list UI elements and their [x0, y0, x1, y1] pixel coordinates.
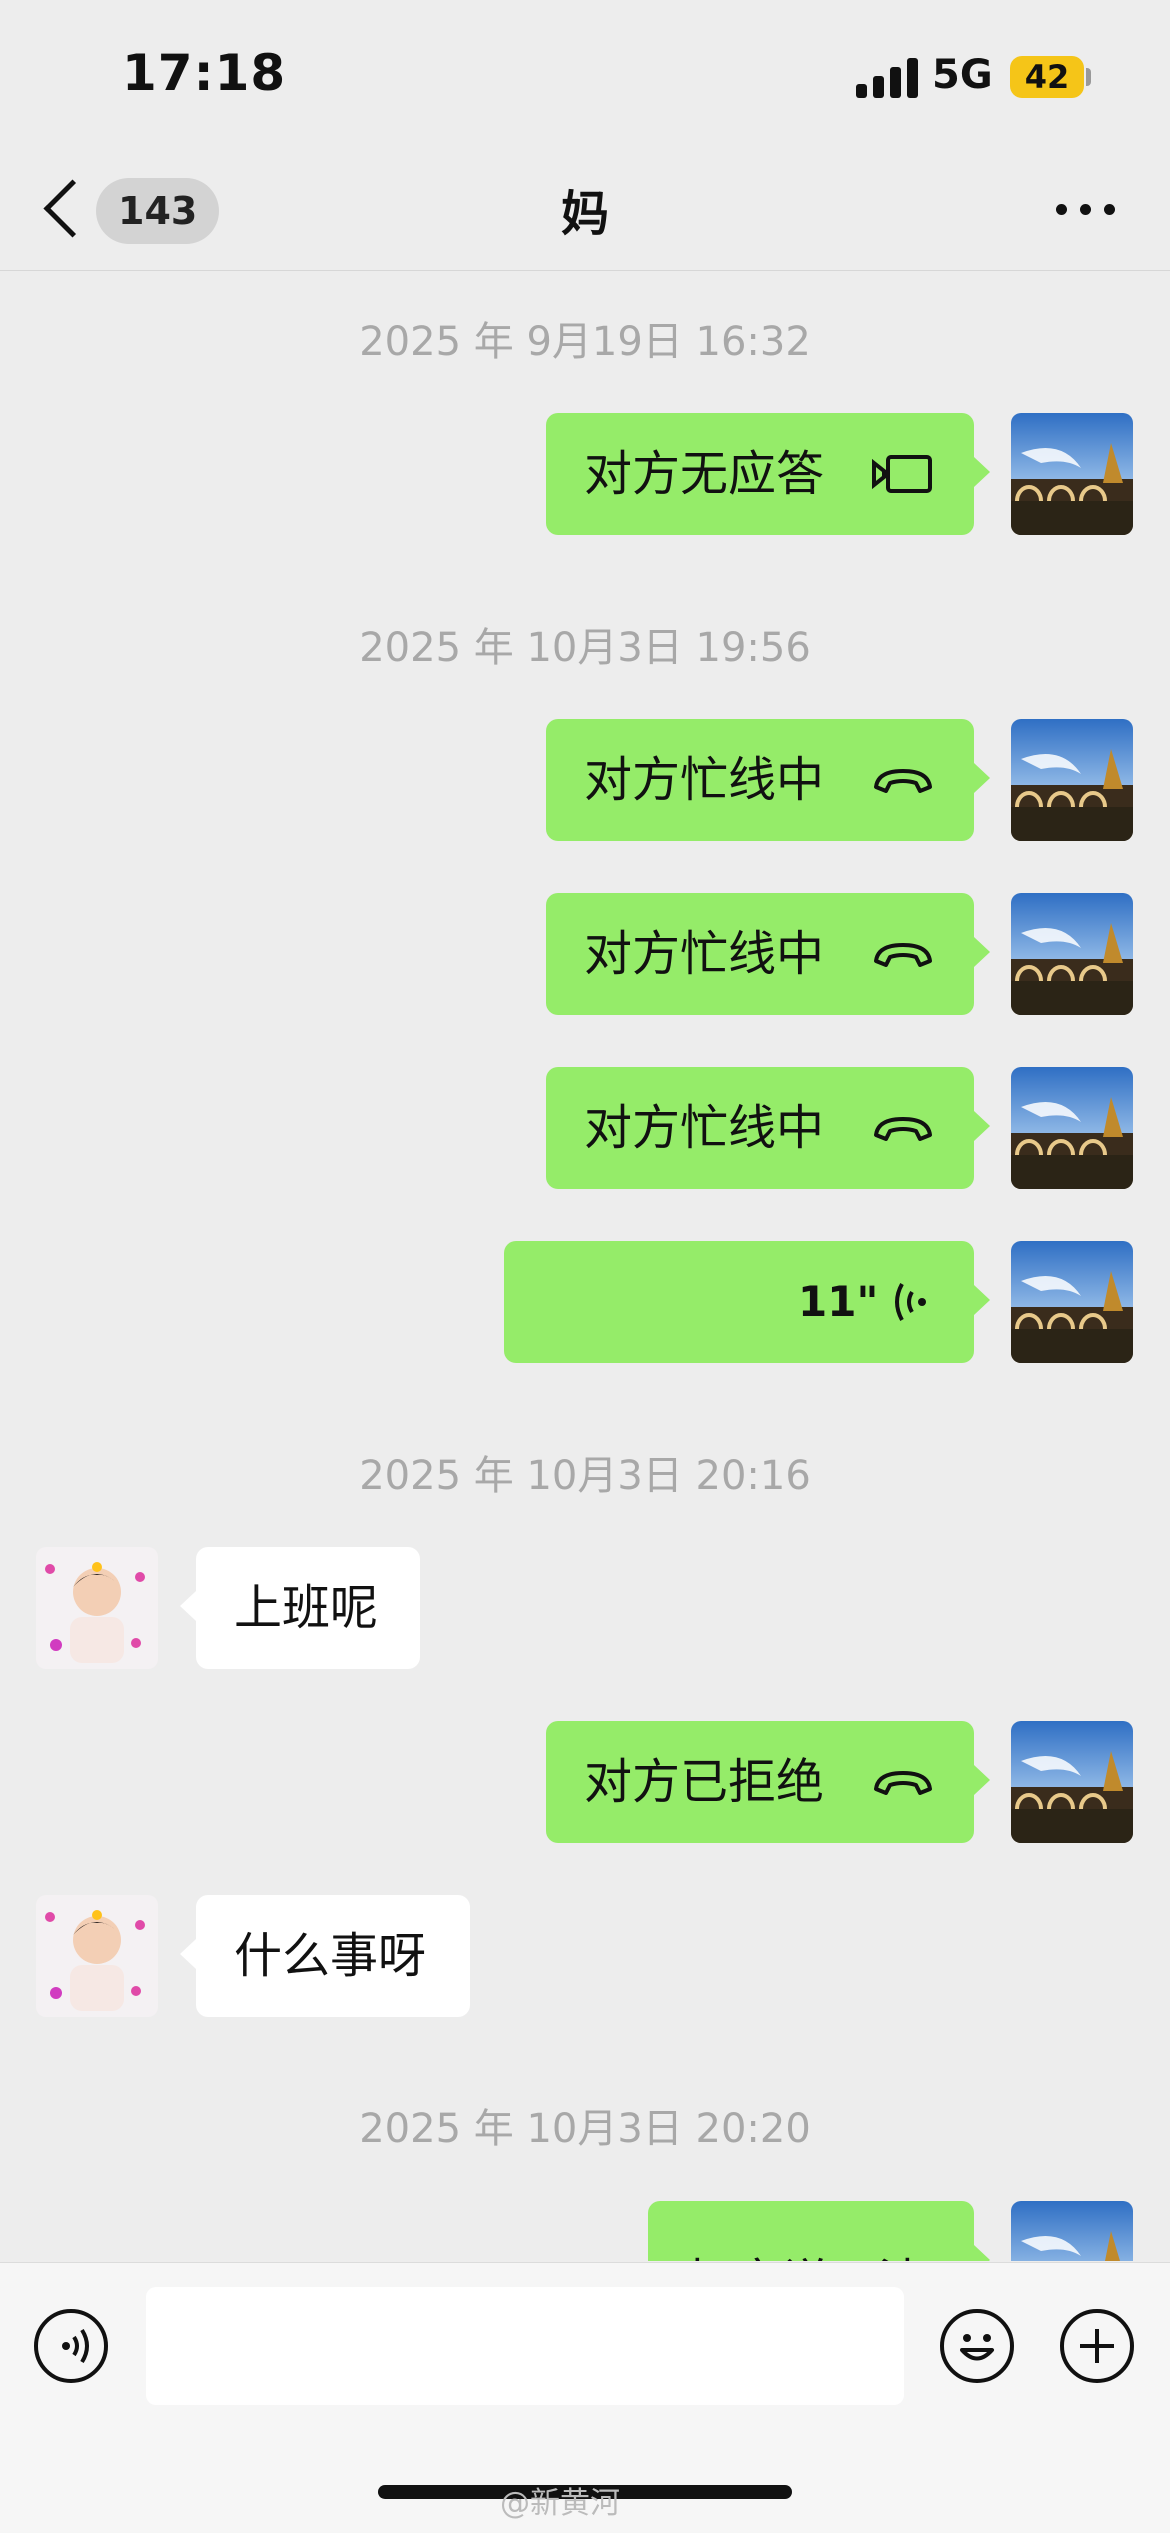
message-text: 对方忙线中 — [584, 926, 825, 982]
message-text: 对方忙线中 — [584, 1100, 825, 1156]
call-message-bubble[interactable]: 对方忙线中 — [546, 893, 990, 1015]
my-avatar[interactable] — [1011, 1241, 1133, 1363]
contact-avatar[interactable] — [36, 1895, 158, 2017]
message-text: 对方忙线中 — [584, 752, 825, 808]
voice-duration: 11" — [798, 1277, 879, 1326]
status-time: 17:18 — [122, 44, 287, 102]
message-text-input[interactable] — [146, 2287, 904, 2405]
my-avatar[interactable] — [1011, 719, 1133, 841]
battery-icon: 42 — [1010, 56, 1084, 98]
source-watermark: @新黄河 — [500, 2486, 620, 2521]
chat-timestamp: 2025 年 10月3日 20:16 — [359, 1453, 811, 1499]
chat-timestamp: 2025 年 9月19日 16:32 — [359, 319, 811, 365]
network-type: 5G — [932, 52, 993, 98]
chat-message-list[interactable]: 2025 年 9月19日 16:32 对方无应答 2025 年 10月3日 19… — [0, 271, 1170, 2261]
my-avatar[interactable] — [1011, 1067, 1133, 1189]
call-message-bubble[interactable]: 对方忙线中 — [546, 719, 990, 841]
my-avatar[interactable] — [1011, 2201, 1133, 2261]
my-avatar[interactable] — [1011, 1721, 1133, 1843]
emoji-icon[interactable] — [940, 2309, 1014, 2383]
call-message-bubble[interactable]: 对方已拒绝 — [546, 1721, 990, 1843]
message-text: 上班呢 — [234, 1580, 379, 1636]
message-text: 对方已拒绝 — [584, 1754, 825, 1810]
call-message-bubble[interactable]: 对方忙线中 — [546, 1067, 990, 1189]
chat-timestamp: 2025 年 10月3日 19:56 — [359, 625, 811, 671]
more-options-icon[interactable] — [1056, 204, 1116, 216]
hangup-phone-icon — [870, 757, 936, 803]
battery-tip — [1086, 68, 1091, 86]
outgoing-message-bubble[interactable]: 打字说不清 — [648, 2201, 990, 2261]
my-avatar[interactable] — [1011, 413, 1133, 535]
chat-header: 143 妈 — [0, 150, 1170, 271]
voice-input-icon[interactable] — [34, 2309, 108, 2383]
chat-title: 妈 — [560, 186, 609, 242]
voice-wave-icon — [876, 1279, 942, 1325]
voice-message-bubble[interactable]: 11" — [504, 1241, 990, 1363]
message-text: 对方无应答 — [584, 446, 825, 502]
call-message-bubble[interactable]: 对方无应答 — [546, 413, 990, 535]
contact-avatar[interactable] — [36, 1547, 158, 1669]
status-bar: 17:18 5G 42 — [0, 0, 1170, 150]
cellular-signal-icon — [856, 58, 918, 98]
add-more-icon[interactable] — [1060, 2309, 1134, 2383]
chat-timestamp: 2025 年 10月3日 20:20 — [359, 2106, 811, 2152]
message-text: 什么事呀 — [234, 1928, 427, 1984]
incoming-message-bubble[interactable]: 上班呢 — [180, 1547, 420, 1669]
message-text: 打字说不清 — [686, 2221, 926, 2261]
incoming-message-bubble[interactable]: 什么事呀 — [180, 1895, 470, 2017]
video-call-icon — [870, 451, 936, 497]
hangup-phone-icon — [870, 1759, 936, 1805]
hangup-phone-icon — [870, 1105, 936, 1151]
my-avatar[interactable] — [1011, 893, 1133, 1015]
hangup-phone-icon — [870, 931, 936, 977]
